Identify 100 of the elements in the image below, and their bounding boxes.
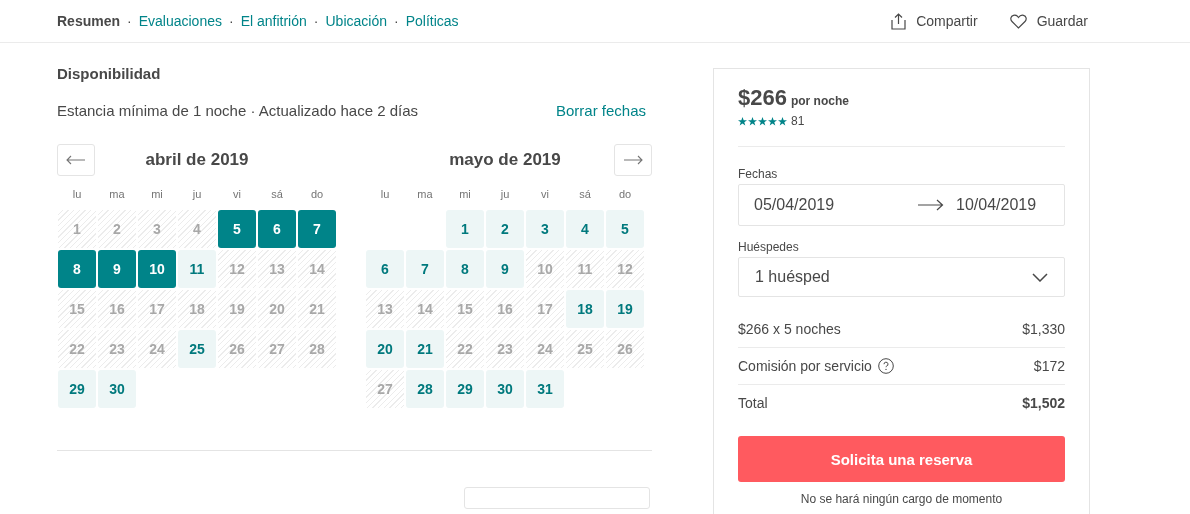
weekday-label: ma [416,188,434,202]
calendar-day: 14 [298,250,336,288]
field-label: Fechas [738,167,779,181]
calendar-day[interactable]: 25 [178,330,216,368]
calendar-day[interactable]: 29 [58,370,96,408]
calendar-day[interactable]: 28 [406,370,444,408]
calendar-day: 21 [298,290,336,328]
calendar-day[interactable]: 7 [298,210,336,248]
calendar-day[interactable]: 18 [566,290,604,328]
cost-amount: $1,502 [1022,395,1065,411]
calendar-day: 12 [606,250,644,288]
left-arrow-icon [66,155,86,165]
calendar-day: 13 [366,290,404,328]
calendar-day: 24 [138,330,176,368]
separator-dot: · [313,13,319,29]
calendar-day[interactable]: 20 [366,330,404,368]
weekday-label: vi [540,188,550,202]
nav-link[interactable]: Políticas [405,13,459,29]
next-month-button[interactable] [614,144,652,176]
weekday-label: ma [108,188,126,202]
calendar-day[interactable]: 5 [218,210,256,248]
calendar-day[interactable]: 5 [606,210,644,248]
weekday-label: lu [71,188,83,202]
calendar-day[interactable]: 9 [486,250,524,288]
calendar-day[interactable]: 31 [526,370,564,408]
calendar-day[interactable]: 3 [526,210,564,248]
calendar-day[interactable]: 4 [566,210,604,248]
clear-dates-link[interactable]: Borrar fechas [555,102,646,119]
previous-month-button[interactable] [57,144,95,176]
calendar-day: 17 [526,290,564,328]
chevron-down-icon [1032,272,1048,282]
calendar-day[interactable]: 29 [446,370,484,408]
weekday-label: ju [499,188,511,202]
calendar-day[interactable]: 6 [366,250,404,288]
arrow-icon [918,199,944,211]
calendar-day[interactable]: 7 [406,250,444,288]
cost-amount: $172 [1033,358,1065,374]
calendar-day[interactable]: 30 [486,370,524,408]
calendar-day: 19 [218,290,256,328]
nav-link[interactable]: Evaluaciones [138,13,222,29]
calendar-day: 24 [526,330,564,368]
calendar-day: 17 [138,290,176,328]
calendar-day[interactable]: 21 [406,330,444,368]
date-range-field[interactable]: 05/04/2019 10/04/2019 [738,184,1065,226]
calendar-day: 18 [178,290,216,328]
right-arrow-icon [623,155,643,165]
calendar-day[interactable]: 8 [446,250,484,288]
calendar-day: 23 [98,330,136,368]
calendar-day: 16 [98,290,136,328]
availability-note: Estancia mínima de 1 noche · Actualizado hace 2 días [57,102,419,119]
calendar-day: 12 [218,250,256,288]
heart-icon [1009,13,1027,29]
cost-label: Total [738,395,768,411]
help-icon[interactable] [877,358,894,374]
calendar-day: 25 [566,330,604,368]
calendar-day: 28 [298,330,336,368]
cost-label: $266 x 5 noches [738,321,841,337]
separator-dot: · [127,13,132,29]
calendar-day[interactable]: 19 [606,290,644,328]
reserve-button[interactable]: Solicita una reserva [738,436,1065,482]
share-button[interactable]: Compartir [891,12,978,30]
weekday-label: vi [232,188,242,202]
calendar-day[interactable]: 8 [58,250,96,288]
calendar-day[interactable]: 10 [138,250,176,288]
calendar-day[interactable]: 1 [446,210,484,248]
weekday-label: do [309,188,325,202]
calendar-day: 3 [138,210,176,248]
calendar-day[interactable]: 6 [258,210,296,248]
share-icon [891,12,907,30]
field-label: Huéspedes [738,240,800,254]
review-count: 81 [791,114,805,128]
calendar-day: 27 [258,330,296,368]
nav-link[interactable]: El anfitrión [240,13,307,29]
calendar-day: 10 [526,250,564,288]
calendar-day: 15 [446,290,484,328]
weekday-label: mi [458,188,472,202]
separator-dot: · [229,13,234,29]
calendar-day: 22 [446,330,484,368]
nav-link[interactable]: Resumen [57,13,121,29]
month-title: mayo de 2019 [449,150,561,170]
weekday-label: do [617,188,633,202]
save-button[interactable]: Guardar [1009,12,1088,30]
calendar-day[interactable]: 2 [486,210,524,248]
calendar-day[interactable]: 9 [98,250,136,288]
nav-link[interactable]: Ubicación [325,13,387,29]
calendar-day[interactable]: 11 [178,250,216,288]
calendar-day[interactable]: 30 [98,370,136,408]
weekday-label: lu [379,188,391,202]
section-title: Disponibilidad [57,65,162,83]
weekday-label: sá [270,188,284,202]
weekday-label: mi [150,188,164,202]
calendar-day: 13 [258,250,296,288]
cost-label: Comisión por servicio [738,358,872,374]
price-unit: por noche [790,94,849,108]
calendar-day: 4 [178,210,216,248]
calendar-day: 20 [258,290,296,328]
price: $266 [738,85,787,111]
guests-dropdown[interactable]: 1 huésped [738,257,1065,297]
calendar-day: 16 [486,290,524,328]
calendar-day: 23 [486,330,524,368]
